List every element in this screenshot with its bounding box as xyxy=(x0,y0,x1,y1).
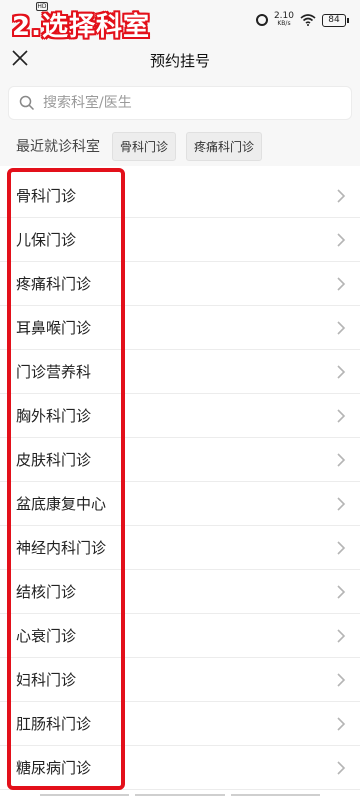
chevron-right-icon xyxy=(337,232,346,247)
bottom-divider xyxy=(230,794,320,796)
bottom-divider xyxy=(40,794,130,796)
status-icons: 2.10 KB/s 84 xyxy=(255,12,349,28)
search-bar xyxy=(0,80,360,126)
network-speed: 2.10 KB/s xyxy=(274,12,294,28)
department-row[interactable]: 耳鼻喉门诊 xyxy=(0,306,360,350)
department-label: 盆底康复中心 xyxy=(16,495,107,513)
chevron-right-icon xyxy=(337,452,346,467)
department-label: 糖尿病门诊 xyxy=(16,759,92,777)
department-label: 耳鼻喉门诊 xyxy=(16,319,92,337)
department-label: 神经内科门诊 xyxy=(16,539,107,557)
chevron-right-icon xyxy=(337,364,346,379)
department-label: 疼痛科门诊 xyxy=(16,275,92,293)
department-row[interactable]: 结核门诊 xyxy=(0,570,360,614)
department-row[interactable]: 门诊营养科 xyxy=(0,350,360,394)
chevron-right-icon xyxy=(337,628,346,643)
speed-value: 2.10 xyxy=(273,11,294,21)
recent-chip[interactable]: 疼痛科门诊 xyxy=(186,131,263,161)
department-row[interactable]: 盆底康复中心 xyxy=(0,482,360,526)
department-label: 心衰门诊 xyxy=(16,627,77,645)
department-row[interactable]: 肛肠科门诊 xyxy=(0,702,360,746)
recent-label: 最近就诊科室 xyxy=(16,139,100,155)
search-box[interactable] xyxy=(8,86,352,120)
chevron-right-icon xyxy=(337,540,346,555)
alarm-icon xyxy=(255,14,268,26)
department-label: 骨科门诊 xyxy=(16,187,77,205)
chevron-right-icon xyxy=(337,716,346,731)
department-row[interactable]: 儿保门诊 xyxy=(0,218,360,262)
department-row[interactable]: 骨科门诊 xyxy=(0,174,360,218)
department-row[interactable]: 胸外科门诊 xyxy=(0,394,360,438)
department-label: 结核门诊 xyxy=(16,583,77,601)
department-row[interactable]: 心衰门诊 xyxy=(0,614,360,658)
chevron-right-icon xyxy=(337,408,346,423)
department-label: 儿保门诊 xyxy=(16,231,77,249)
department-row[interactable]: 糖尿病门诊 xyxy=(0,746,360,790)
department-row[interactable]: 皮肤科门诊 xyxy=(0,438,360,482)
bottom-divider xyxy=(135,794,225,796)
department-row[interactable]: 疼痛科门诊 xyxy=(0,262,360,306)
recent-chip[interactable]: 骨科门诊 xyxy=(112,131,177,161)
wifi-icon xyxy=(300,14,316,26)
search-icon xyxy=(19,95,35,111)
department-label: 肛肠科门诊 xyxy=(16,715,92,733)
battery-icon: 84 xyxy=(322,13,349,27)
search-input[interactable] xyxy=(43,95,323,111)
chevron-right-icon xyxy=(337,672,346,687)
department-label: 门诊营养科 xyxy=(16,363,92,381)
nav-bar: 预约挂号 xyxy=(0,40,360,80)
recent-departments: 最近就诊科室 骨科门诊 疼痛科门诊 xyxy=(0,126,360,166)
department-label: 皮肤科门诊 xyxy=(16,451,92,469)
department-row[interactable]: 神经内科门诊 xyxy=(0,526,360,570)
chevron-right-icon xyxy=(337,276,346,291)
department-row[interactable]: 妇科门诊 xyxy=(0,658,360,702)
chevron-right-icon xyxy=(337,496,346,511)
speed-unit: KB/s xyxy=(277,20,291,27)
step-overlay-title: 2.选择科室 xyxy=(12,12,150,42)
chevron-right-icon xyxy=(337,188,346,203)
chevron-right-icon xyxy=(337,760,346,775)
department-label: 妇科门诊 xyxy=(16,671,77,689)
bottom-edge xyxy=(0,794,360,800)
chevron-right-icon xyxy=(337,584,346,599)
department-label: 胸外科门诊 xyxy=(16,407,92,425)
department-list: 骨科门诊 儿保门诊 疼痛科门诊 耳鼻喉门诊 门诊营养科 胸外科门诊 皮肤科门诊 … xyxy=(0,174,360,790)
page-title: 预约挂号 xyxy=(149,52,210,70)
chevron-right-icon xyxy=(337,320,346,335)
